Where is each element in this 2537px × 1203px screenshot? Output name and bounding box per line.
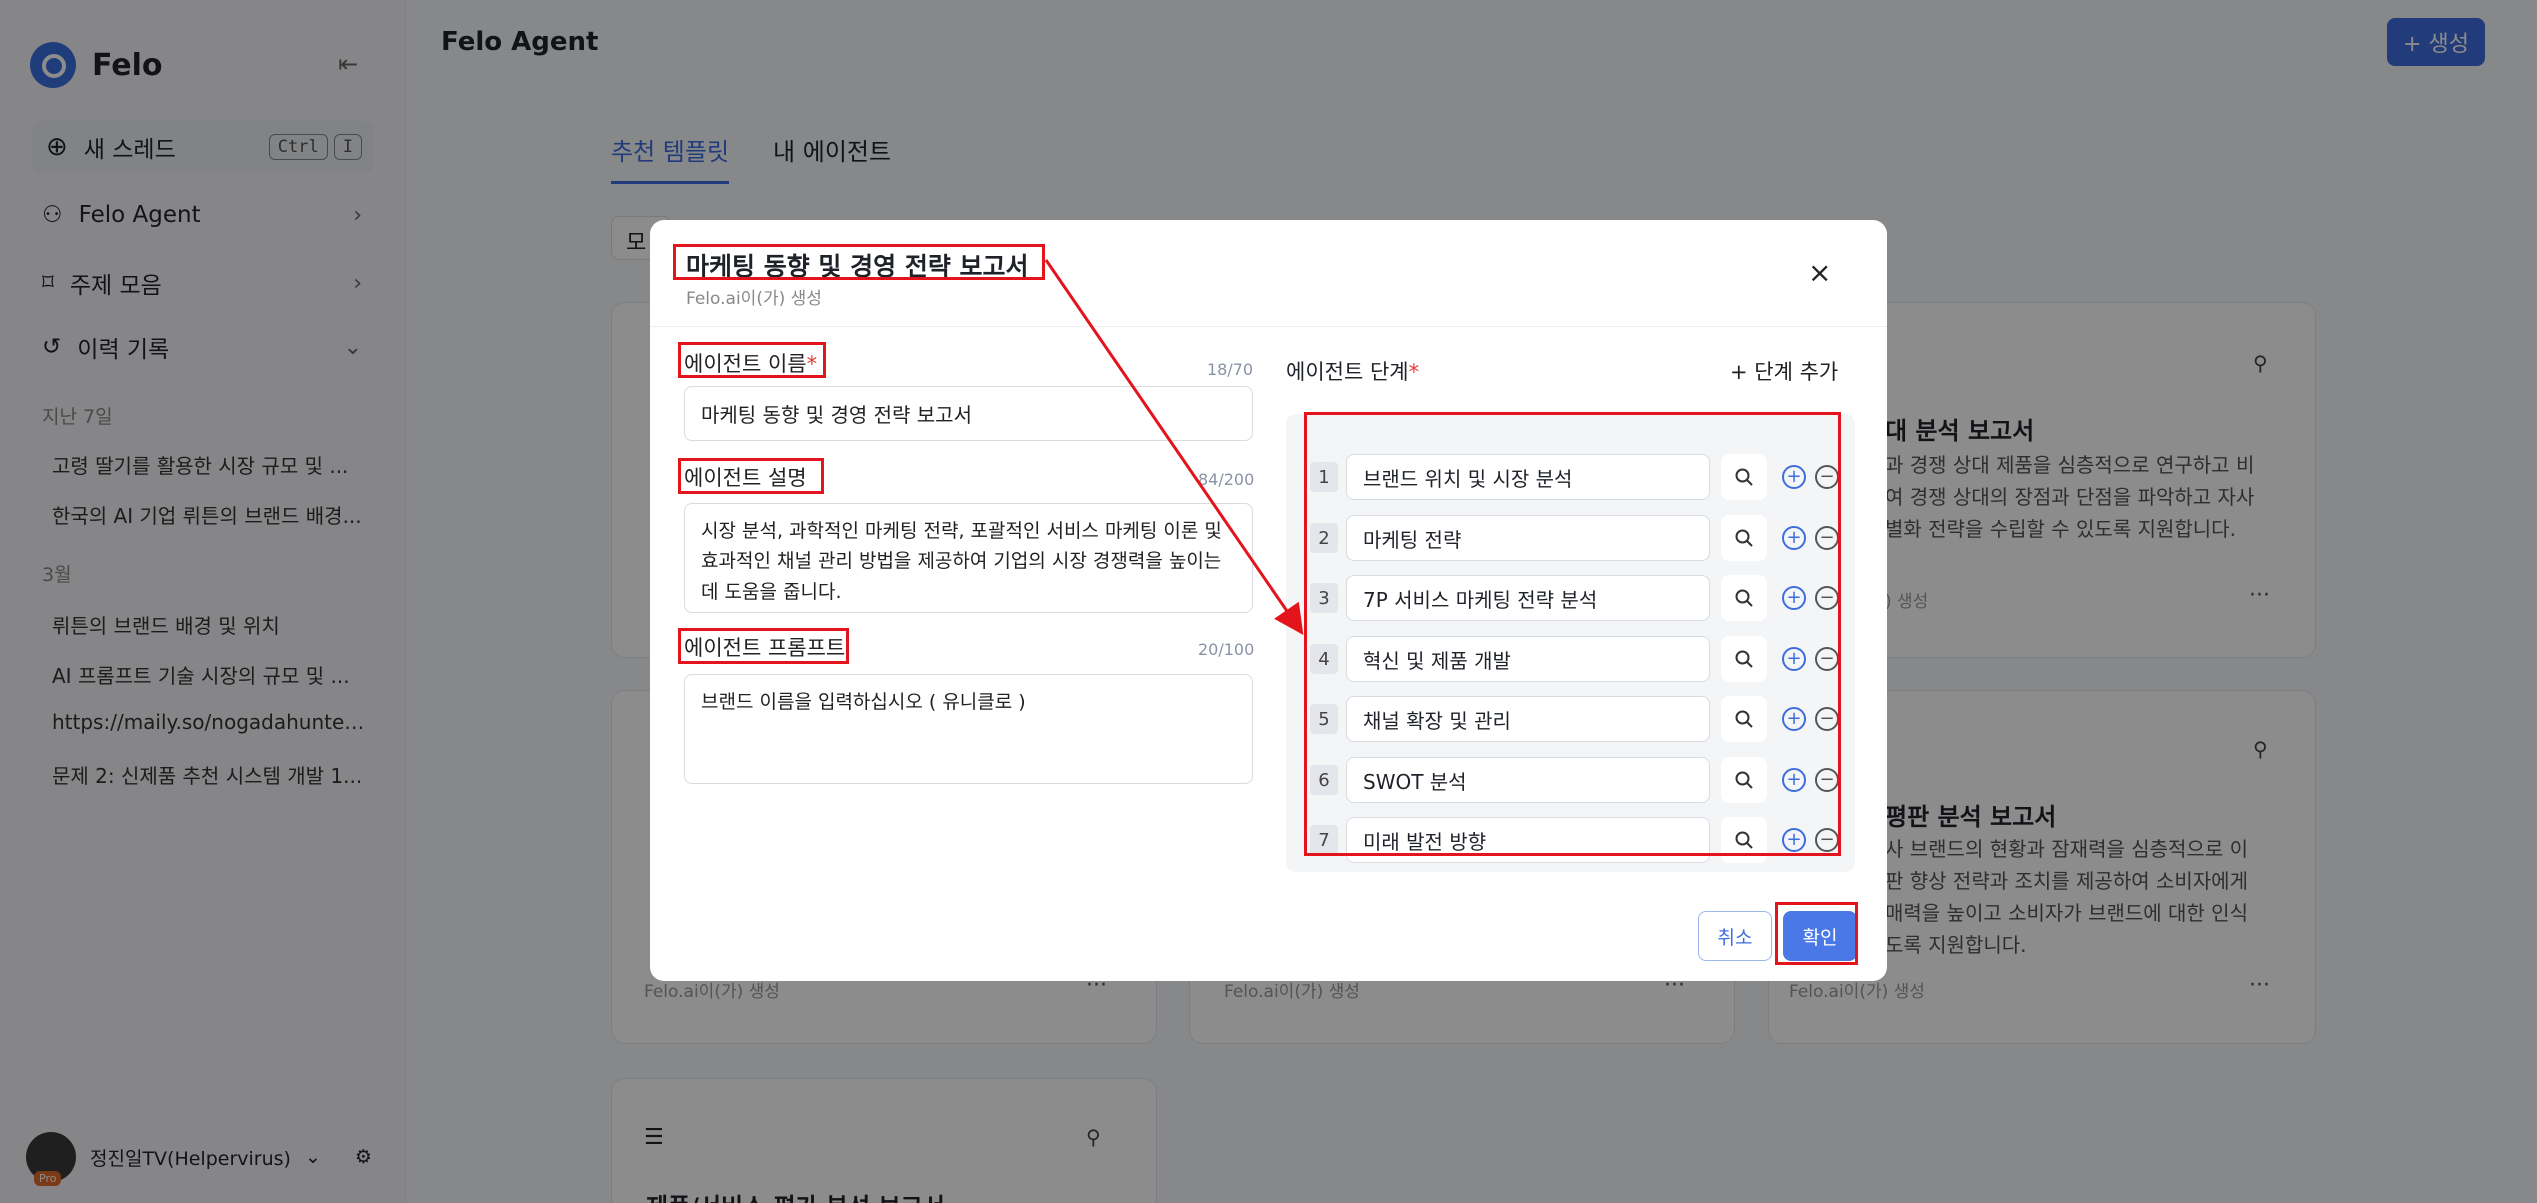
annotation-arrow (1044, 259, 1304, 635)
